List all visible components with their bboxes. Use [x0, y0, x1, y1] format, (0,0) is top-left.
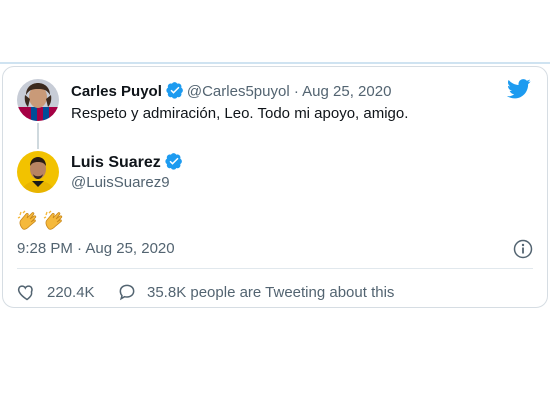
quoted-tweet-header: Carles Puyol @Carles5puyol · Aug 25, 2020: [71, 81, 391, 100]
thread-connector-line: [37, 123, 39, 149]
quoted-date[interactable]: Aug 25, 2020: [302, 83, 391, 100]
info-icon[interactable]: [513, 239, 533, 259]
tweet-author-name[interactable]: Luis Suarez: [71, 154, 161, 171]
tweet-content-emoji: [17, 209, 67, 233]
actions-divider: [17, 268, 533, 269]
like-count: 220.4K: [47, 283, 95, 301]
quoted-tweet-text: Respeto y admiración, Leo. Todo mi apoyo…: [71, 105, 409, 122]
suarez-avatar[interactable]: [17, 151, 59, 193]
like-button[interactable]: 220.4K: [17, 282, 95, 302]
people-tweeting-text: 35.8K people are Tweeting about this: [147, 283, 395, 301]
reply-icon: [119, 284, 135, 301]
verified-icon: [166, 82, 183, 99]
heart-icon: [17, 285, 33, 301]
verified-icon: [165, 153, 182, 170]
tweet-timestamp[interactable]: 9:28 PM · Aug 25, 2020: [17, 240, 175, 257]
people-tweeting-link[interactable]: 35.8K people are Tweeting about this: [117, 282, 394, 302]
tweet-embed-card[interactable]: Carles Puyol @Carles5puyol · Aug 25, 2020…: [2, 66, 548, 308]
clapping-hands-icon: [17, 210, 37, 230]
top-divider: [0, 62, 550, 64]
twitter-logo-icon[interactable]: [507, 79, 531, 99]
tweet-author-line: Luis Suarez: [71, 152, 186, 172]
separator-dot: ·: [293, 83, 299, 100]
clapping-hands-icon: [43, 210, 63, 230]
puyol-avatar[interactable]: [17, 79, 59, 121]
tweet-author-handle[interactable]: @LuisSuarez9: [71, 174, 170, 191]
quoted-author-handle[interactable]: @Carles5puyol: [187, 83, 290, 100]
quoted-author-name[interactable]: Carles Puyol: [71, 83, 162, 100]
